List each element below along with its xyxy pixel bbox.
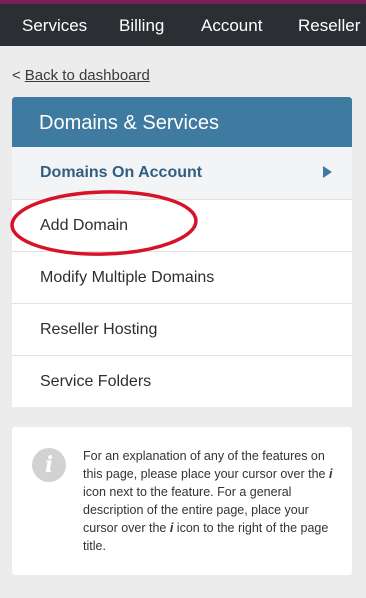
menu-item-label: Modify Multiple Domains [40,269,215,286]
nav-account[interactable]: Account [201,4,262,46]
back-chevron-icon: < [12,67,21,84]
menu-item-domains-on-account[interactable]: Domains On Account [12,147,352,199]
info-text: For an explanation of any of the feature… [83,447,339,555]
menu-item-modify-multiple-domains[interactable]: Modify Multiple Domains [12,251,352,303]
back-to-dashboard-link[interactable]: < Back to dashboard [12,67,150,84]
menu-item-label: Reseller Hosting [40,321,158,338]
info-i-glyph: i [328,467,333,481]
arrow-right-icon [323,166,332,178]
menu-item-label: Add Domain [40,217,129,234]
menu-item-label: Service Folders [40,373,152,390]
back-link-label[interactable]: Back to dashboard [25,67,150,84]
nav-reseller[interactable]: Reseller [298,4,360,46]
top-navigation: Services Billing Account Reseller [0,4,366,46]
menu-item-reseller-hosting[interactable]: Reseller Hosting [12,303,352,355]
panel-title: Domains & Services [12,97,352,147]
info-text-part: For an explanation of any of the feature… [83,449,329,481]
info-icon: i [32,448,66,482]
nav-services[interactable]: Services [22,4,87,46]
nav-billing[interactable]: Billing [119,4,164,46]
menu-item-add-domain[interactable]: Add Domain [12,199,352,251]
info-box: i For an explanation of any of the featu… [12,427,352,575]
menu-item-label: Domains On Account [40,164,203,181]
menu-item-service-folders[interactable]: Service Folders [12,355,352,407]
domains-services-panel: Domains & Services Domains On Account Ad… [12,97,352,407]
